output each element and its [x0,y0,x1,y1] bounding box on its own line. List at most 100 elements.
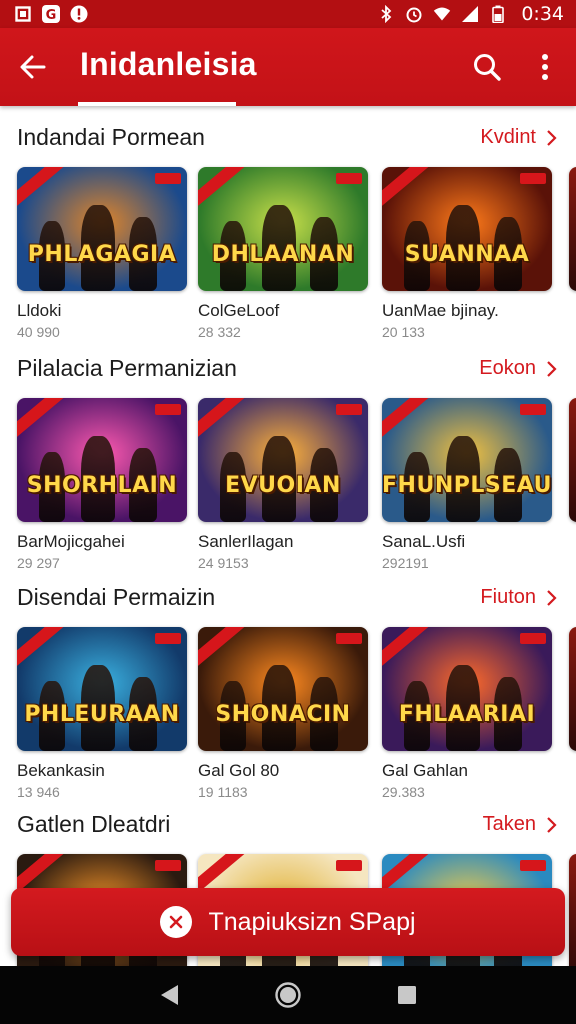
game-thumbnail[interactable] [569,398,576,522]
wifi-icon [433,5,451,23]
section-header: Indandai Pormean Kvdint [0,118,576,158]
section-title: Disendai Permaizin [17,584,216,610]
game-card-partial[interactable] [569,167,576,291]
search-button[interactable] [466,46,508,88]
game-card-partial[interactable] [569,627,576,751]
section-4: Gatlen Dleatdri Taken BRUUHERSXAOK [0,805,576,966]
card-row: PHLAGAGIA Lldoki 40 990 DHLAANAN ColGeLoof 28… [17,167,576,347]
game-card[interactable]: DHLAANAN ColGeLoof 28 332 [198,167,368,340]
game-title: ColGeLoof [198,301,280,320]
game-title: Lldoki [17,301,62,320]
svg-text:G: G [46,8,57,23]
nav-recents-button[interactable] [392,980,422,1010]
game-thumbnail[interactable]: EVUOIAN [198,398,368,522]
corner-badge [155,633,181,644]
game-thumbnail[interactable] [569,854,576,966]
app-bar: Inidanleisia [0,28,576,106]
dismiss-action-bar[interactable]: Tnapiuksizn SPapj [11,888,565,956]
game-logo: SUANNAA [404,242,530,267]
arrow-left-icon [20,55,46,79]
game-card[interactable]: FHUNPLSEAU SanaL.Usfi 292191 [382,398,552,571]
signal-icon [461,5,479,23]
game-title: Gal Gahlan [382,761,468,780]
game-thumbnail[interactable]: DHLAANAN [198,167,368,291]
back-button[interactable] [14,48,52,86]
game-thumbnail[interactable]: PHLEURAAN [17,627,187,751]
section-title: Pilalacia Permanizian [17,355,237,381]
corner-ribbon [382,627,435,674]
game-thumbnail[interactable]: FHUNPLSEAU [382,398,552,522]
game-logo: EVUOIAN [225,473,341,498]
section-more-link[interactable]: Kvdint [480,126,558,149]
chevron-right-icon [547,360,557,377]
corner-badge [155,173,181,184]
game-thumbnail[interactable]: SUANNAA [382,167,552,291]
game-card[interactable]: SHORHLAIN BarMojicgahei 29 297 [17,398,187,571]
game-logo: SHORHLAIN [26,473,178,498]
corner-ribbon [17,627,70,674]
chevron-right-icon [547,816,557,833]
back-triangle-icon [161,985,179,1005]
game-thumbnail[interactable]: SHONACIN [198,627,368,751]
more-vertical-icon [542,54,548,80]
game-card[interactable]: PHLAGAGIA Lldoki 40 990 [17,167,187,340]
section-title: Indandai Pormean [17,124,205,150]
game-download-count: 13 946 [17,784,60,800]
section-more-link[interactable]: Fiuton [480,586,558,609]
game-card[interactable]: PHLEURAAN Bekankasin 13 946 [17,627,187,800]
corner-ribbon [198,627,251,674]
corner-badge [336,173,362,184]
app-g-icon: G [42,5,60,23]
content-area: Indandai Pormean Kvdint PHLAGAGIA Lldoki 4… [0,106,576,966]
game-download-count: 20 133 [382,324,425,340]
corner-badge [520,404,546,415]
section-more-link[interactable]: Eokon [479,357,558,380]
game-card-partial[interactable] [569,398,576,522]
nav-back-button[interactable] [154,980,184,1010]
more-options-button[interactable] [528,46,562,88]
game-title: UanMae bjinay. [382,301,499,320]
corner-badge [336,860,362,871]
section-more-link[interactable]: Taken [483,813,558,836]
corner-ribbon [198,167,251,214]
bluetooth-icon [377,5,395,23]
game-thumbnail[interactable] [569,627,576,751]
home-circle-icon [275,982,301,1008]
section-header: Disendai Permaizin Fiuton [0,578,576,618]
corner-ribbon [198,398,251,445]
game-card-partial[interactable] [569,854,576,966]
alert-icon [70,5,88,23]
game-title: BarMojicgahei [17,532,125,551]
status-left: G [14,5,88,23]
search-icon [474,54,501,81]
section-more-label: Fiuton [480,586,536,608]
corner-ribbon [17,398,70,445]
chevron-right-icon [547,129,557,146]
section-header: Gatlen Dleatdri Taken [0,805,576,845]
battery-icon [489,5,507,23]
game-thumbnail[interactable] [569,167,576,291]
game-logo: SHONACIN [215,702,351,727]
section-1: Indandai Pormean Kvdint PHLAGAGIA Lldoki 4… [0,118,576,340]
section-3: Disendai Permaizin Fiuton PHLEURAAN Bekan… [0,578,576,800]
game-download-count: 24 9153 [198,555,249,571]
game-title: Bekankasin [17,761,105,780]
corner-badge [520,173,546,184]
system-nav-bar [0,966,576,1024]
close-circle-icon[interactable] [160,906,193,938]
game-card[interactable]: SHONACIN Gal Gol 80 19 1183 [198,627,368,800]
game-thumbnail[interactable]: FHLAARIAI [382,627,552,751]
game-thumbnail[interactable]: SHORHLAIN [17,398,187,522]
game-card[interactable]: FHLAARIAI Gal Gahlan 29.383 [382,627,552,800]
game-download-count: 40 990 [17,324,60,340]
nav-home-button[interactable] [273,980,303,1010]
game-download-count: 29.383 [382,784,425,800]
corner-badge [520,860,546,871]
game-title: SanaL.Usfi [382,532,466,551]
game-card[interactable]: EVUOIAN SanlerIlagan 24 9153 [198,398,368,571]
game-thumbnail[interactable]: PHLAGAGIA [17,167,187,291]
corner-ribbon [17,167,70,214]
section-more-label: Kvdint [480,126,536,148]
card-row: PHLEURAAN Bekankasin 13 946 SHONACIN Gal Gol… [17,627,576,807]
game-card[interactable]: SUANNAA UanMae bjinay. 20 133 [382,167,552,340]
